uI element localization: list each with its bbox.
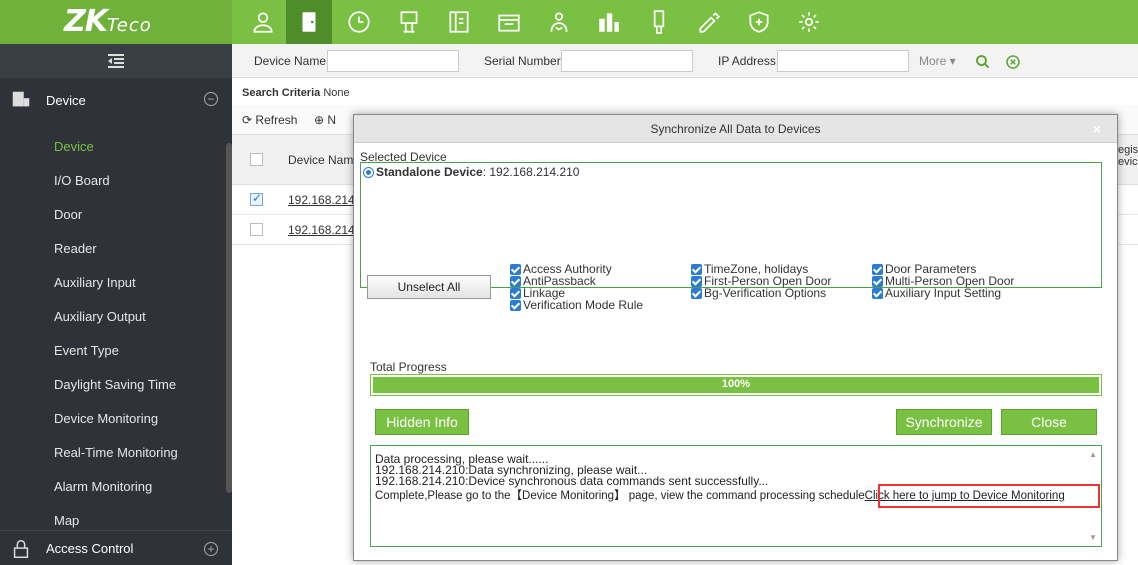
gear-icon[interactable]	[786, 0, 832, 44]
sidebar: Device − Device I/O Board Door Reader Au…	[0, 44, 232, 565]
close-button[interactable]: Close	[1001, 409, 1097, 435]
elevator-icon[interactable]	[386, 0, 432, 44]
search-icon[interactable]	[974, 53, 992, 71]
device-icon	[12, 91, 30, 107]
option-auxiliary-input[interactable]: Auxiliary Input Setting	[872, 287, 1001, 299]
progress-label: Total Progress	[370, 360, 447, 374]
sidebar-group-device[interactable]: Device −	[0, 78, 232, 122]
checkbox-checked-icon[interactable]	[872, 287, 883, 299]
serial-number-input[interactable]	[561, 50, 693, 72]
zkteco-logo: ZKTeco	[64, 4, 152, 39]
search-bar: Device Name Serial Number IP Address Mor…	[232, 44, 1138, 78]
progress-fill: 100%	[373, 377, 1099, 393]
sidebar-item-auxiliary-output[interactable]: Auxiliary Output	[0, 300, 226, 334]
top-bar: ZKTeco	[0, 0, 1138, 44]
refresh-button[interactable]: ⟳ Refresh	[242, 113, 297, 127]
clock-icon[interactable]	[336, 0, 382, 44]
unselect-all-button[interactable]: Unselect All	[367, 275, 491, 299]
hidden-info-button[interactable]: Hidden Info	[375, 409, 469, 435]
select-all-checkbox[interactable]	[250, 153, 263, 166]
more-dropdown[interactable]: More ▾	[919, 54, 956, 68]
expand-icon[interactable]: +	[204, 542, 218, 556]
refresh-icon: ⟳	[242, 113, 253, 127]
shield-plus-icon[interactable]	[736, 0, 782, 44]
device-ip: : 192.168.214.210	[482, 165, 580, 179]
checkbox-checked-icon[interactable]	[872, 275, 883, 287]
highlight-box	[878, 484, 1100, 508]
checkbox-checked-icon[interactable]	[691, 275, 702, 287]
sidebar-item-event-type[interactable]: Event Type	[0, 334, 226, 368]
log-panel: Data processing, please wait...... 192.1…	[370, 445, 1102, 547]
sidebar-group-access-control[interactable]: Access Control +	[0, 530, 232, 565]
device-name: Standalone Device	[376, 165, 483, 179]
sync-dialog: Synchronize All Data to Devices × Select…	[353, 114, 1118, 561]
parking-icon[interactable]	[486, 0, 532, 44]
sidebar-item-auxiliary-input[interactable]: Auxiliary Input	[0, 266, 226, 300]
person-icon[interactable]	[240, 0, 286, 44]
log-line: 192.168.214.210:Device synchronous data …	[375, 474, 769, 488]
sidebar-item-daylight-saving[interactable]: Daylight Saving Time	[0, 368, 226, 402]
checkbox-checked-icon[interactable]	[510, 287, 521, 299]
device-option[interactable]: Standalone Device : 192.168.214.210	[363, 165, 579, 179]
column-device-name[interactable]: Device Name	[288, 153, 360, 167]
door-icon[interactable]	[286, 0, 332, 44]
usb-icon[interactable]	[636, 0, 682, 44]
close-icon[interactable]: ×	[1087, 119, 1107, 139]
sidebar-group-label: Access Control	[46, 541, 134, 556]
checkbox-checked-icon[interactable]	[510, 263, 521, 275]
sidebar-item-device-monitoring[interactable]: Device Monitoring	[0, 402, 226, 436]
sidebar-collapse-button[interactable]	[0, 44, 232, 78]
progress-bar: 100%	[370, 374, 1102, 396]
device-link[interactable]: 192.168.214.	[288, 193, 358, 207]
sidebar-item-alarm-monitoring[interactable]: Alarm Monitoring	[0, 470, 226, 504]
scroll-up-icon[interactable]: ▲	[1089, 450, 1097, 459]
row-checkbox[interactable]	[250, 223, 263, 236]
device-name-label: Device Name	[254, 54, 327, 68]
checkbox-checked-icon[interactable]	[691, 287, 702, 299]
synchronize-button[interactable]: Synchronize	[896, 409, 992, 435]
sidebar-item-reader[interactable]: Reader	[0, 232, 226, 266]
pen-icon[interactable]	[686, 0, 732, 44]
dialog-title: Synchronize All Data to Devices	[354, 115, 1117, 143]
serial-number-label: Serial Number	[484, 54, 561, 68]
checkbox-checked-icon[interactable]	[510, 275, 521, 287]
column-partial: egis	[1118, 144, 1138, 156]
device-link[interactable]: 192.168.214.	[288, 223, 358, 237]
visitor-icon[interactable]	[436, 0, 482, 44]
collapse-icon[interactable]: −	[204, 92, 218, 106]
option-verification-mode[interactable]: Verification Mode Rule	[510, 299, 643, 311]
row-checkbox[interactable]: ✓	[250, 191, 263, 206]
search-criteria: Search Criteria None	[242, 87, 350, 99]
patrol-icon[interactable]	[536, 0, 582, 44]
column-partial: evic	[1118, 156, 1138, 168]
device-name-input[interactable]	[327, 50, 459, 72]
logo-area: ZKTeco	[0, 0, 232, 44]
clear-icon[interactable]	[1004, 53, 1022, 71]
building-icon[interactable]	[586, 0, 632, 44]
checkbox-checked-icon[interactable]	[691, 263, 702, 275]
sidebar-item-realtime-monitoring[interactable]: Real-Time Monitoring	[0, 436, 226, 470]
scroll-down-icon[interactable]: ▼	[1089, 533, 1097, 542]
lock-icon	[13, 539, 29, 558]
sidebar-item-io-board[interactable]: I/O Board	[0, 164, 226, 198]
ip-address-label: IP Address	[718, 54, 776, 68]
radio-selected-icon[interactable]	[363, 166, 374, 178]
ip-address-input[interactable]	[777, 50, 909, 72]
checkbox-checked-icon[interactable]	[510, 299, 521, 311]
checkbox-checked-icon[interactable]	[872, 263, 883, 275]
option-bg-verification[interactable]: Bg-Verification Options	[691, 287, 826, 299]
progress-text: 100%	[721, 378, 751, 390]
sidebar-item-door[interactable]: Door	[0, 198, 226, 232]
new-button[interactable]: ⊕ N	[314, 113, 336, 127]
collapse-menu-icon	[108, 54, 124, 68]
add-icon: ⊕	[314, 113, 325, 127]
sidebar-group-label: Device	[46, 92, 86, 108]
sidebar-item-device[interactable]: Device	[0, 130, 226, 164]
